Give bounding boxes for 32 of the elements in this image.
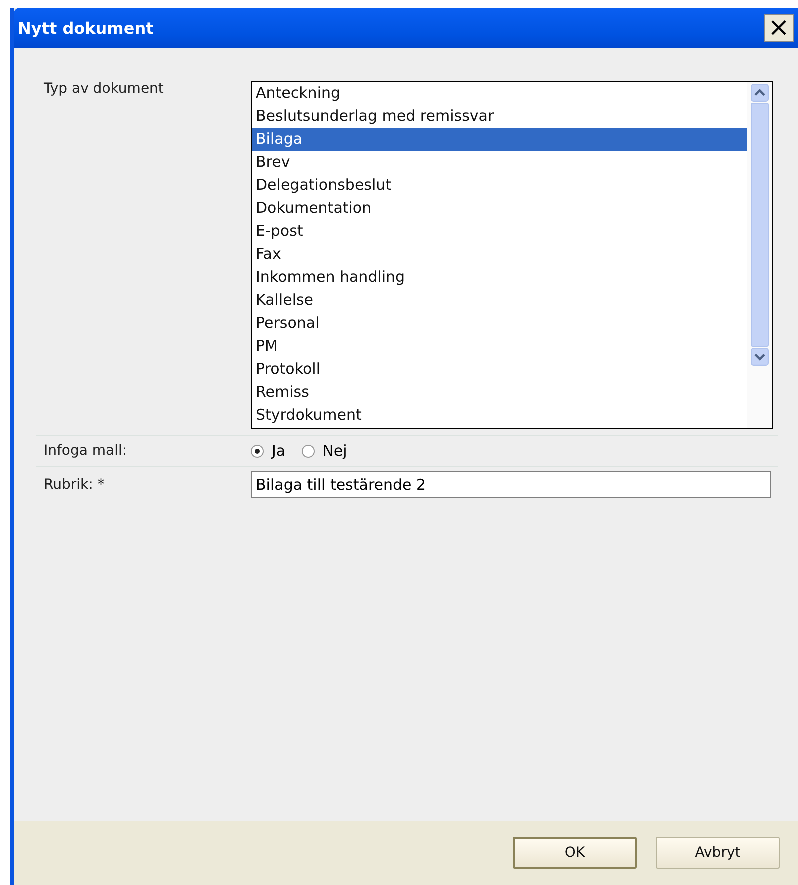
radio-label: Ja: [272, 442, 286, 460]
document-type-list[interactable]: Anteckning Beslutsunderlag med remissvar Bilaga Brev Delegationsbeslut Dokumentation E-post Fax Inkommen handling Kallelse Personal PM Protokoll Remiss Styrdokument: [251, 81, 773, 429]
list-item[interactable]: Fax: [252, 243, 747, 266]
list-item[interactable]: Dokumentation: [252, 197, 747, 220]
radio-button[interactable]: [302, 444, 315, 458]
list-item[interactable]: Bilaga: [252, 128, 747, 151]
scroll-down-icon[interactable]: [751, 348, 769, 366]
list-item[interactable]: Protokoll: [252, 358, 747, 381]
list-item[interactable]: Delegationsbeslut: [252, 174, 747, 197]
list-item[interactable]: Brev: [252, 151, 747, 174]
list-item[interactable]: Anteckning: [252, 82, 747, 105]
scroll-up-icon[interactable]: [751, 84, 769, 102]
close-button[interactable]: ×: [764, 14, 794, 42]
field-label: Typ av dokument: [43, 81, 165, 97]
scrollbar[interactable]: [747, 82, 772, 428]
list-item[interactable]: Styrdokument: [252, 404, 747, 427]
radio-button[interactable]: [251, 444, 264, 458]
cancel-button[interactable]: Avbryt: [656, 837, 780, 869]
list-item[interactable]: Inkommen handling: [252, 266, 747, 289]
list-item[interactable]: Personal: [252, 312, 747, 335]
list-item[interactable]: E-post: [252, 220, 747, 243]
title-input-field[interactable]: Bilaga till testärende 2: [251, 471, 771, 498]
list-item[interactable]: Remiss: [252, 381, 747, 404]
window-title: Nytt dokument: [18, 18, 154, 38]
field-label: Infoga mall:: [43, 443, 128, 459]
list-item[interactable]: Beslutsunderlag med remissvar: [252, 105, 747, 128]
ok-button[interactable]: OK: [513, 837, 637, 869]
radio-label: Nej: [322, 442, 348, 460]
field-label: Rubrik: *: [43, 476, 106, 492]
list-item[interactable]: PM: [252, 335, 747, 358]
list-item[interactable]: Kallelse: [252, 289, 747, 312]
scroll-thumb[interactable]: [751, 103, 769, 347]
